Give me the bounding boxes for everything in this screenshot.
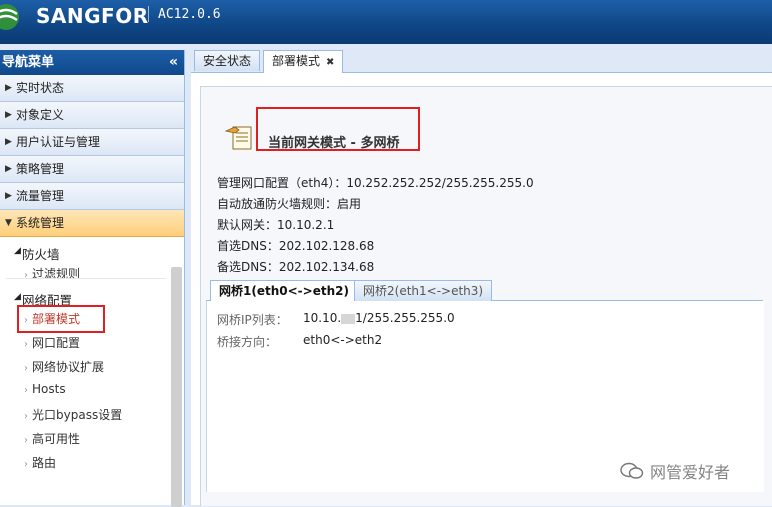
nav-section-label: 策略管理 bbox=[16, 162, 65, 176]
tree-group-firewall[interactable]: ◢ 防火墙 bbox=[14, 244, 60, 263]
nav-title-label: 导航菜单 bbox=[2, 55, 55, 70]
bridge-ip-label: 网桥IP列表： bbox=[217, 313, 288, 327]
secondary-dns-value: 202.102.134.68 bbox=[278, 260, 375, 274]
tree-item-filter-rules[interactable]: › 过滤规则 bbox=[24, 265, 80, 282]
nav-section-label: 流量管理 bbox=[16, 189, 65, 203]
tab-bar: 安全状态 部署模式 ✖ bbox=[191, 48, 772, 73]
bullet-icon: › bbox=[24, 270, 28, 281]
tree-divider bbox=[6, 278, 166, 279]
bridge-ip-value: 10.10. 1/255.255.255.0 bbox=[303, 311, 455, 325]
annotation-highlight-box bbox=[17, 305, 105, 333]
sangfor-logo-icon bbox=[0, 4, 19, 30]
tab-label: 网桥2(eth1<->eth3) bbox=[363, 284, 484, 298]
nav-section-label: 对象定义 bbox=[16, 108, 65, 122]
bridge-ip-prefix: 10.10. bbox=[303, 311, 342, 325]
expanded-triangle-icon: ◢ bbox=[14, 246, 21, 256]
tab-label: 部署模式 bbox=[272, 54, 321, 68]
nav-section-label: 实时状态 bbox=[16, 81, 65, 95]
tab-label: 网桥1(eth0<->eth2) bbox=[219, 284, 349, 298]
tab-label: 安全状态 bbox=[203, 54, 252, 68]
tree-scrollbar[interactable] bbox=[171, 267, 182, 507]
expanded-triangle-icon: ◢ bbox=[14, 292, 21, 302]
annotation-highlight-box bbox=[256, 107, 420, 151]
tree-item-protocol-ext[interactable]: › 网络协议扩展 bbox=[24, 358, 104, 375]
nav-section-object-definition[interactable]: ▶ 对象定义 bbox=[0, 102, 184, 129]
tree-item-label: 网口配置 bbox=[32, 336, 81, 350]
bullet-icon: › bbox=[24, 339, 28, 350]
auto-firewall-label: 自动放通防火墙规则： bbox=[217, 197, 338, 211]
bridge-direction-label: 桥接方向： bbox=[217, 335, 278, 349]
document-hand-icon bbox=[225, 126, 252, 150]
primary-dns-value: 202.102.128.68 bbox=[278, 239, 375, 253]
chevron-right-icon: ▶ bbox=[5, 164, 12, 174]
chevron-down-icon: ▼ bbox=[5, 218, 12, 228]
brand-name: SANGFOR bbox=[36, 4, 149, 28]
sidebar: 导航菜单 « ▶ 实时状态 ▶ 对象定义 ▶ 用户认证与管理 ▶ 策略管理 ▶ … bbox=[0, 50, 185, 507]
tree-item-high-availability[interactable]: › 高可用性 bbox=[24, 430, 80, 447]
nav-section-policy[interactable]: ▶ 策略管理 bbox=[0, 156, 184, 183]
tree-item-label: Hosts bbox=[32, 382, 66, 396]
tree-item-label: 路由 bbox=[32, 456, 57, 470]
tab-bridge-2[interactable]: 网桥2(eth1<->eth3) bbox=[354, 280, 493, 301]
app-header: SANGFOR AC12.0.6 bbox=[0, 0, 772, 44]
main-panel: 当前网关模式 - 多网桥 管理网口配置（eth4）：10.252.252.252… bbox=[191, 73, 772, 506]
mgmt-port-line: 管理网口配置（eth4）：10.252.252.252/255.255.255.… bbox=[217, 174, 534, 191]
tab-security-status[interactable]: 安全状态 bbox=[194, 50, 261, 71]
tree-item-label: 网络协议扩展 bbox=[32, 360, 105, 374]
wechat-icon bbox=[620, 462, 644, 479]
tree-group-label: 防火墙 bbox=[22, 247, 60, 262]
chevron-right-icon: ▶ bbox=[5, 110, 12, 120]
nav-section-system[interactable]: ▼ 系统管理 bbox=[0, 210, 184, 237]
primary-dns-line: 首选DNS：202.102.128.68 bbox=[217, 237, 374, 254]
nav-section-traffic[interactable]: ▶ 流量管理 bbox=[0, 183, 184, 210]
primary-dns-label: 首选DNS： bbox=[217, 239, 279, 253]
chevron-right-icon: ▶ bbox=[5, 137, 12, 147]
default-gateway-value: 10.10.2.1 bbox=[277, 218, 335, 232]
bullet-icon: › bbox=[24, 411, 28, 422]
mgmt-port-label: 管理网口配置（eth4）： bbox=[217, 176, 347, 190]
nav-tree: ◢ 防火墙 › 过滤规则 ◢ 网络配置 › 部署模式 › 网口配置 › 网络协议扩展 ›… bbox=[0, 237, 184, 507]
brand-separator bbox=[148, 6, 149, 22]
nav-section-label: 系统管理 bbox=[16, 216, 65, 230]
redaction-mask bbox=[341, 313, 356, 324]
secondary-dns-label: 备选DNS： bbox=[217, 260, 279, 274]
nav-section-label: 用户认证与管理 bbox=[16, 135, 101, 149]
bullet-icon: › bbox=[24, 363, 28, 374]
bullet-icon: › bbox=[24, 435, 28, 446]
close-icon[interactable]: ✖ bbox=[326, 57, 334, 68]
tree-item-port-config[interactable]: › 网口配置 bbox=[24, 334, 80, 351]
collapse-double-chevron-icon[interactable]: « bbox=[169, 50, 178, 75]
tree-item-label: 高可用性 bbox=[32, 432, 81, 446]
chevron-right-icon: ▶ bbox=[5, 191, 12, 201]
chevron-right-icon: ▶ bbox=[5, 83, 12, 93]
nav-section-user-auth[interactable]: ▶ 用户认证与管理 bbox=[0, 129, 184, 156]
default-gateway-label: 默认网关： bbox=[217, 218, 278, 232]
mgmt-port-value: 10.252.252.252/255.255.255.0 bbox=[346, 176, 534, 190]
watermark-text: 网管爱好者 bbox=[650, 463, 731, 482]
tree-item-label: 光口bypass设置 bbox=[32, 408, 123, 422]
bullet-icon: › bbox=[24, 385, 28, 396]
tree-item-routing[interactable]: › 路由 bbox=[24, 454, 56, 471]
bridge-ip-suffix: 1/255.255.255.0 bbox=[355, 311, 455, 325]
bridge-direction-value: eth0<->eth2 bbox=[303, 333, 383, 347]
nav-title: 导航菜单 « bbox=[0, 50, 184, 75]
auto-firewall-value: 启用 bbox=[337, 197, 362, 211]
default-gateway-line: 默认网关：10.10.2.1 bbox=[217, 216, 334, 233]
version-label: AC12.0.6 bbox=[158, 7, 221, 22]
secondary-dns-line: 备选DNS：202.102.134.68 bbox=[217, 258, 374, 275]
bullet-icon: › bbox=[24, 459, 28, 470]
tree-item-fiber-bypass[interactable]: › 光口bypass设置 bbox=[24, 406, 122, 423]
auto-firewall-line: 自动放通防火墙规则：启用 bbox=[217, 195, 361, 212]
nav-section-realtime-status[interactable]: ▶ 实时状态 bbox=[0, 75, 184, 102]
tab-bridge-1[interactable]: 网桥1(eth0<->eth2) bbox=[210, 280, 358, 302]
tree-item-hosts[interactable]: › Hosts bbox=[24, 382, 66, 396]
tab-deploy-mode[interactable]: 部署模式 ✖ bbox=[263, 50, 344, 73]
bridge-tab-bar: 网桥1(eth0<->eth2) 网桥2(eth1<->eth3) bbox=[206, 278, 763, 302]
